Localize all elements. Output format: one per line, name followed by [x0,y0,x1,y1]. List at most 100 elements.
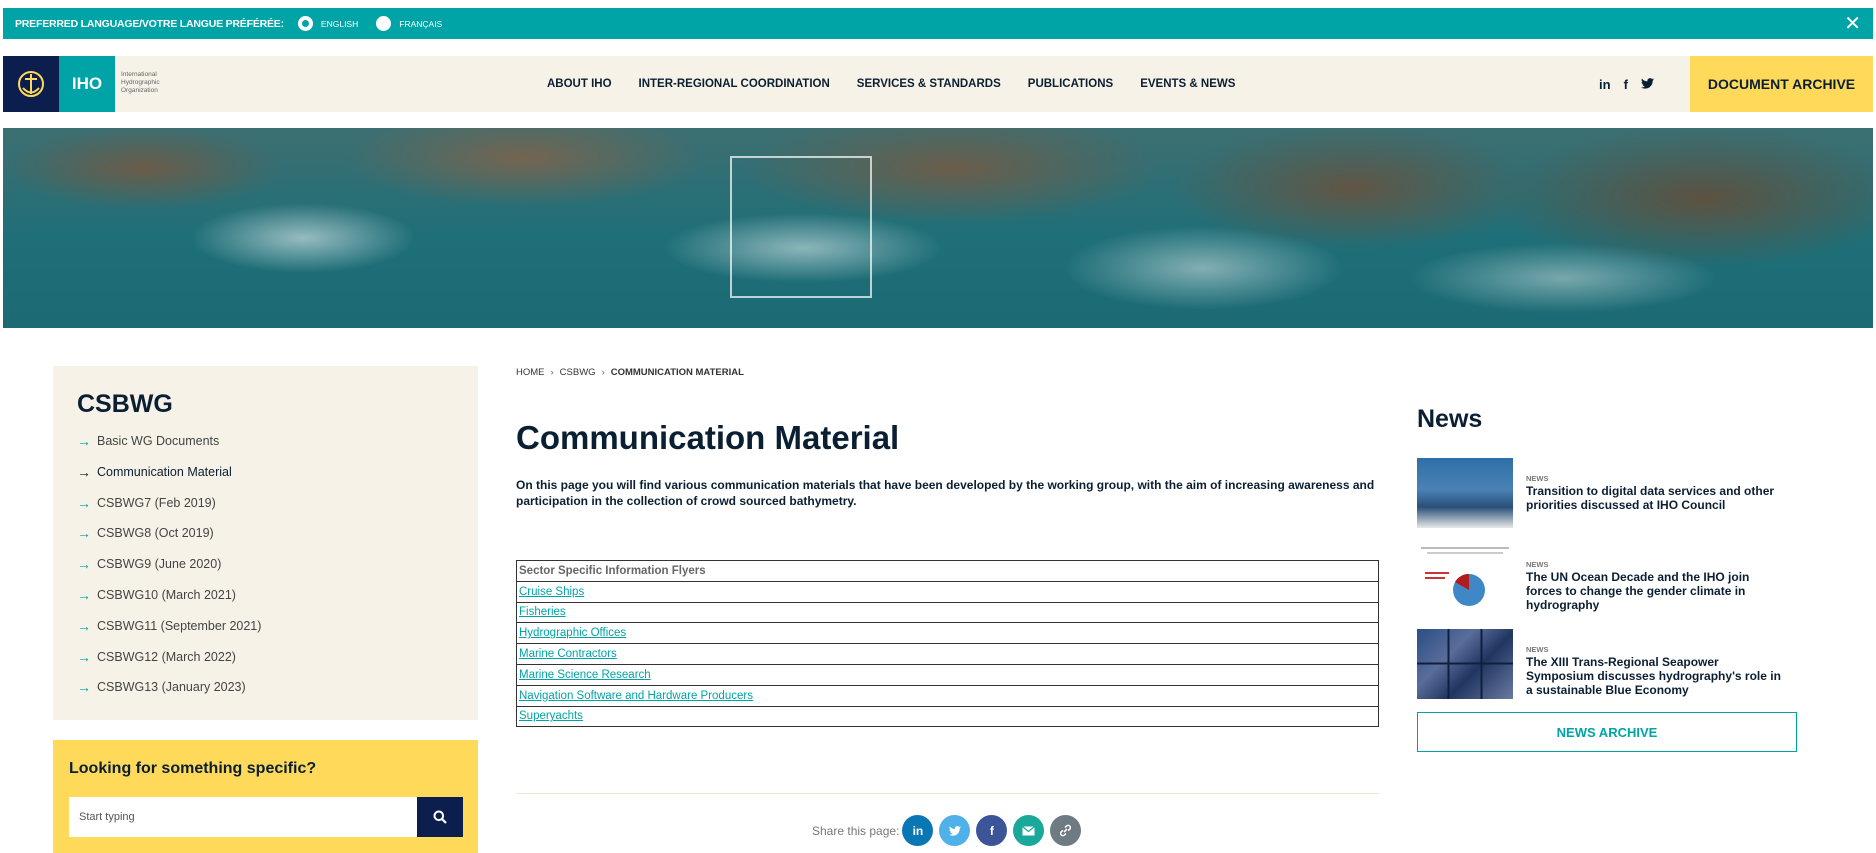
sidebar-item-label[interactable]: Communication Material [97,465,232,479]
news-thumbnail[interactable] [1417,544,1513,614]
sidebar-item-label[interactable]: CSBWG7 (Feb 2019) [97,496,216,510]
news-thumbnail[interactable] [1417,629,1513,699]
sidebar-item-csbwg8[interactable]: → CSBWG8 (Oct 2019) [77,525,214,541]
flyer-link-fisheries[interactable]: Fisheries [519,606,566,618]
search-icon [433,810,447,824]
flyers-table: Sector Specific Information Flyers Cruis… [516,560,1379,728]
arrow-right-icon: → [77,464,91,480]
nav-events-news[interactable]: EVENTS & NEWS [1140,78,1235,90]
arrow-right-icon: → [77,556,91,572]
sidebar-item-csbwg12[interactable]: → CSBWG12 (March 2022) [77,649,236,665]
intro-text: On this page you will find various commu… [516,478,1375,508]
table-row: Fisheries [516,601,1379,624]
table-row: Superyachts [516,705,1379,728]
iho-logo-abbr[interactable]: IHO [59,56,115,112]
flyer-link-hydrographic-offices[interactable]: Hydrographic Offices [519,627,626,639]
table-cell: Superyachts [516,705,1379,728]
news-tag: NEWS [1526,474,1549,483]
search-button[interactable] [417,797,463,837]
nav-about-iho[interactable]: ABOUT IHO [547,78,612,90]
news-item[interactable]: NEWS Transition to digital data services… [1417,458,1797,530]
sidebar-item-csbwg9[interactable]: → CSBWG9 (June 2020) [77,556,221,572]
arrow-right-icon: → [77,618,91,634]
language-option-english[interactable]: ENGLISH [297,16,358,31]
sidebar-item-label[interactable]: CSBWG9 (June 2020) [97,557,221,571]
close-icon[interactable]: ✕ [1844,11,1861,36]
sidebar-item-label[interactable]: CSBWG10 (March 2021) [97,588,236,602]
arrow-right-icon: → [77,587,91,603]
sidebar-title: CSBWG [77,390,173,418]
search-input[interactable] [69,797,417,837]
flyer-link-superyachts[interactable]: Superyachts [519,710,583,722]
search-panel: Looking for something specific? [53,740,478,853]
sidebar-item-csbwg10[interactable]: → CSBWG10 (March 2021) [77,587,236,603]
sidebar-nav: CSBWG → Basic WG Documents → Communication… [53,366,478,720]
sidebar-item-csbwg13[interactable]: → CSBWG13 (January 2023) [77,679,246,695]
table-row: Cruise Ships [516,580,1379,603]
nav-publications[interactable]: PUBLICATIONS [1028,78,1113,90]
breadcrumb-section[interactable]: CSBWG [560,367,596,378]
facebook-icon[interactable]: f [1624,77,1628,92]
arrow-right-icon: → [77,495,91,511]
document-archive-button[interactable]: DOCUMENT ARCHIVE [1690,56,1873,112]
news-tag: NEWS [1526,560,1549,569]
share-facebook-icon[interactable]: f [976,815,1008,846]
news-archive-button[interactable]: NEWS ARCHIVE [1417,712,1797,752]
language-option-label[interactable]: ENGLISH [321,19,358,29]
search-heading: Looking for something specific? [69,760,317,777]
sidebar-item-basic-wg-documents[interactable]: → Basic WG Documents [77,433,219,449]
table-cell: Navigation Software and Hardware Produce… [516,684,1379,707]
breadcrumb-home[interactable]: HOME [516,367,545,378]
sidebar-item-label[interactable]: CSBWG8 (Oct 2019) [97,526,214,540]
pie-chart-thumbnail-icon [1421,547,1509,606]
share-email-icon[interactable] [1013,815,1045,846]
language-option-french[interactable]: FRANÇAIS [376,16,442,31]
hero-frame-decoration [730,156,872,298]
language-option-label[interactable]: FRANÇAIS [399,19,442,29]
news-headline[interactable]: Transition to digital data services and … [1526,484,1786,512]
arrow-right-icon: → [77,433,91,449]
table-row: Hydrographic Offices [516,622,1379,645]
sidebar-item-label[interactable]: Basic WG Documents [97,434,219,448]
flyer-link-cruise-ships[interactable]: Cruise Ships [519,586,584,598]
radio-selected-icon[interactable] [297,16,313,31]
sidebar-item-label[interactable]: CSBWG13 (January 2023) [97,680,246,694]
flyer-link-marine-contractors[interactable]: Marine Contractors [519,648,617,660]
table-cell: Fisheries [516,601,1379,624]
sidebar-item-csbwg7[interactable]: → CSBWG7 (Feb 2019) [77,495,216,511]
share-linkedin-icon[interactable]: in [902,815,934,846]
sidebar-item-label[interactable]: CSBWG11 (September 2021) [97,619,261,633]
nav-inter-regional-coordination[interactable]: INTER-REGIONAL COORDINATION [639,78,830,90]
nav-services-standards[interactable]: SERVICES & STANDARDS [857,78,1001,90]
sidebar-item-communication-material[interactable]: → Communication Material [77,464,232,480]
flyer-link-navigation-software[interactable]: Navigation Software and Hardware Produce… [519,690,753,702]
flyer-link-marine-science-research[interactable]: Marine Science Research [519,669,651,681]
content-divider [516,793,1379,794]
linkedin-icon[interactable]: in [1599,77,1611,92]
table-cell: Marine Contractors [516,643,1379,665]
arrow-right-icon: → [77,525,91,541]
anchor-emblem-icon [18,71,44,97]
sidebar-item-label[interactable]: CSBWG12 (March 2022) [97,650,236,664]
news-headline[interactable]: The UN Ocean Decade and the IHO join for… [1526,570,1786,612]
news-headline[interactable]: The XIII Trans-Regional Seapower Symposi… [1526,655,1786,697]
news-item[interactable]: NEWS The UN Ocean Decade and the IHO joi… [1417,544,1797,616]
radio-icon[interactable] [376,16,392,31]
share-copy-link-icon[interactable] [1050,815,1082,846]
iho-logo-text: International Hydrographic Organization [121,71,160,94]
arrow-right-icon: → [77,679,91,695]
share-label: Share this page: [812,823,900,838]
twitter-icon[interactable] [1640,77,1654,92]
share-twitter-icon[interactable] [939,815,971,846]
sidebar-item-csbwg11[interactable]: → CSBWG11 (September 2021) [77,618,261,634]
chevron-right-icon: › [601,367,605,378]
table-header: Sector Specific Information Flyers [516,560,1379,582]
table-cell: Cruise Ships [516,580,1379,603]
table-header-row: Sector Specific Information Flyers [516,560,1379,582]
iho-emblem-logo[interactable] [3,56,59,112]
language-label: PREFERRED LANGUAGE/VOTRE LANGUE PRÉFÉRÉE… [15,17,284,30]
news-item[interactable]: NEWS The XIII Trans-Regional Seapower Sy… [1417,629,1797,701]
breadcrumb-current: COMMUNICATION MATERIAL [610,367,744,378]
news-thumbnail[interactable] [1417,458,1513,528]
breadcrumb: HOME › CSBWG › COMMUNICATION MATERIAL [516,367,744,378]
